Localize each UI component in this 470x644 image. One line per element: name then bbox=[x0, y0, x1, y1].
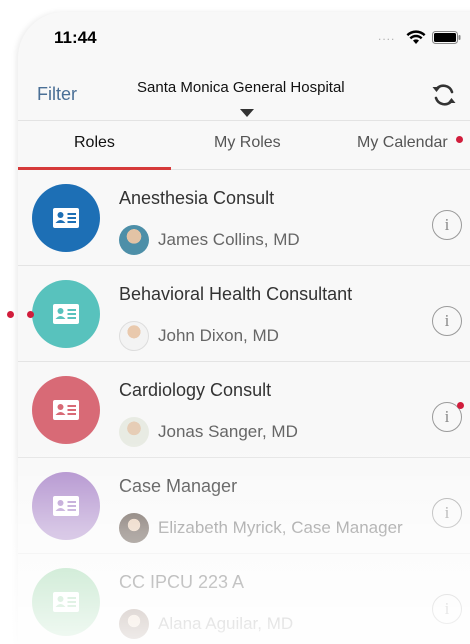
person-name: Elizabeth Myrick, Case Manager bbox=[158, 518, 403, 537]
phone-screen: 11:44 .... Filter Santa Monica General H… bbox=[18, 12, 470, 644]
person-name: John Dixon, MD bbox=[158, 326, 279, 345]
status-time: 11:44 bbox=[54, 28, 97, 47]
role-name: Cardiology Consult bbox=[119, 380, 272, 400]
person-avatar bbox=[119, 513, 149, 543]
id-badge-icon bbox=[32, 472, 100, 540]
list-item[interactable]: Behavioral Health Consultant John Dixon,… bbox=[18, 266, 470, 362]
caret-down-icon[interactable] bbox=[240, 109, 254, 117]
annotation-marker bbox=[27, 311, 34, 318]
person-avatar bbox=[119, 609, 149, 639]
hospital-selector[interactable]: Santa Monica General Hospital bbox=[137, 79, 345, 96]
refresh-icon[interactable] bbox=[430, 81, 458, 109]
status-bar: 11:44 .... bbox=[18, 12, 470, 64]
info-icon[interactable]: i bbox=[432, 498, 462, 528]
role-name: Behavioral Health Consultant bbox=[119, 284, 353, 304]
id-badge-icon bbox=[32, 280, 100, 348]
role-name: Anesthesia Consult bbox=[119, 188, 275, 208]
annotation-marker bbox=[456, 136, 463, 143]
person-name: James Collins, MD bbox=[158, 230, 300, 249]
list-item[interactable]: Case Manager Elizabeth Myrick, Case Mana… bbox=[18, 458, 470, 554]
role-name: Case Manager bbox=[119, 476, 238, 496]
list-item[interactable]: Cardiology Consult Jonas Sanger, MD i bbox=[18, 362, 470, 458]
annotation-marker bbox=[7, 311, 14, 318]
id-badge-icon bbox=[32, 568, 100, 636]
tab-my-roles[interactable]: My Roles bbox=[214, 134, 281, 152]
list-item[interactable]: CC IPCU 223 A Alana Aguilar, MD i bbox=[18, 554, 470, 644]
annotation-marker bbox=[457, 402, 464, 409]
tab-bar: Roles My Roles My Calendar bbox=[18, 120, 470, 170]
info-icon[interactable]: i bbox=[432, 594, 462, 624]
tab-roles[interactable]: Roles bbox=[74, 134, 115, 152]
person-avatar bbox=[119, 225, 149, 255]
signal-icon: .... bbox=[378, 29, 396, 43]
info-icon[interactable]: i bbox=[432, 210, 462, 240]
info-icon[interactable]: i bbox=[432, 306, 462, 336]
tab-my-calendar[interactable]: My Calendar bbox=[357, 134, 448, 152]
person-name: Alana Aguilar, MD bbox=[158, 614, 294, 633]
person-name: Jonas Sanger, MD bbox=[158, 422, 298, 441]
id-badge-icon bbox=[32, 376, 100, 444]
role-name: CC IPCU 223 A bbox=[119, 572, 245, 592]
battery-icon bbox=[432, 31, 461, 44]
person-avatar bbox=[119, 417, 149, 447]
navigation-bar: Filter Santa Monica General Hospital bbox=[18, 64, 470, 120]
person-avatar bbox=[119, 321, 149, 351]
wifi-icon bbox=[406, 30, 426, 44]
id-badge-icon bbox=[32, 184, 100, 252]
list-item[interactable]: Anesthesia Consult James Collins, MD i bbox=[18, 170, 470, 266]
filter-button[interactable]: Filter bbox=[37, 84, 77, 105]
